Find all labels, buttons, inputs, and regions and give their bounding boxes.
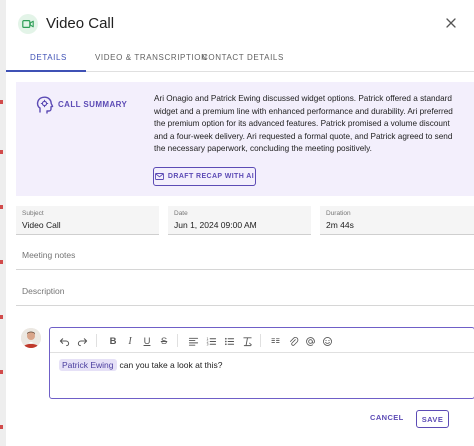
- video-call-dialog: Video Call DETAILS VIDEO & TRANSCRIPTION…: [6, 0, 474, 446]
- underline-icon[interactable]: U: [141, 335, 153, 347]
- tab-contact-details[interactable]: CONTACT DETAILS: [202, 53, 284, 62]
- ai-head-icon: [34, 94, 56, 116]
- active-tab-indicator: [6, 70, 86, 72]
- align-left-icon[interactable]: [187, 335, 199, 347]
- mention-chip: Patrick Ewing: [59, 359, 117, 371]
- description-placeholder: Description: [22, 286, 65, 296]
- tab-video-transcription[interactable]: VIDEO & TRANSCRIPTION: [95, 53, 207, 62]
- duration-label: Duration: [326, 210, 351, 217]
- italic-icon[interactable]: I: [124, 335, 136, 347]
- strikethrough-icon[interactable]: S: [158, 335, 170, 347]
- editor-toolbar: B I U S 123: [50, 328, 474, 353]
- duration-field[interactable]: Duration 2m 44s: [320, 206, 474, 235]
- comment-editor[interactable]: B I U S 123 Patrick Ewing can you take a…: [49, 327, 474, 399]
- date-field[interactable]: Date Jun 1, 2024 09:00 AM: [168, 206, 311, 235]
- toolbar-divider: [260, 334, 261, 347]
- video-camera-icon: [18, 14, 38, 34]
- close-icon[interactable]: [444, 16, 458, 30]
- undo-icon[interactable]: [58, 335, 70, 347]
- tab-details[interactable]: DETAILS: [30, 53, 67, 62]
- mention-icon[interactable]: [304, 335, 316, 347]
- dialog-header: Video Call: [6, 0, 474, 48]
- meeting-notes-placeholder: Meeting notes: [22, 250, 76, 260]
- subject-value: Video Call: [22, 220, 61, 230]
- description-field[interactable]: Description: [16, 284, 474, 306]
- subject-label: Subject: [22, 210, 44, 217]
- draft-recap-button[interactable]: DRAFT RECAP WITH AI: [153, 167, 256, 186]
- call-summary-label: CALL SUMMARY: [58, 100, 128, 109]
- toolbar-divider: [177, 334, 178, 347]
- cancel-button[interactable]: CANCEL: [370, 413, 404, 422]
- dialog-title: Video Call: [46, 15, 115, 32]
- meeting-notes-field[interactable]: Meeting notes: [16, 248, 474, 270]
- subject-field[interactable]: Subject Video Call: [16, 206, 159, 235]
- tab-bar: DETAILS VIDEO & TRANSCRIPTION CONTACT DE…: [6, 48, 474, 72]
- clear-format-icon[interactable]: [241, 335, 253, 347]
- date-value: Jun 1, 2024 09:00 AM: [174, 220, 257, 230]
- bold-icon[interactable]: B: [107, 335, 119, 347]
- toolbar-divider: [96, 334, 97, 347]
- attachment-icon[interactable]: [287, 335, 299, 347]
- numbered-list-icon[interactable]: 123: [205, 335, 217, 347]
- redo-icon[interactable]: [76, 335, 88, 347]
- draft-recap-label: DRAFT RECAP WITH AI: [167, 173, 255, 180]
- editor-content[interactable]: Patrick Ewing can you take a look at this…: [59, 359, 223, 371]
- mail-icon: [154, 173, 164, 180]
- save-button[interactable]: SAVE: [416, 410, 449, 428]
- date-label: Date: [174, 210, 188, 217]
- avatar: [21, 328, 41, 348]
- svg-text:3: 3: [206, 342, 208, 346]
- call-summary-text: Ari Onagio and Patrick Ewing discussed w…: [154, 94, 453, 154]
- bullet-list-icon[interactable]: [223, 335, 235, 347]
- quote-icon[interactable]: [269, 335, 281, 347]
- emoji-icon[interactable]: [321, 335, 333, 347]
- editor-text: can you take a look at this?: [119, 360, 223, 370]
- duration-value: 2m 44s: [326, 220, 354, 230]
- call-summary-panel: CALL SUMMARY Ari Onagio and Patrick Ewin…: [16, 82, 474, 196]
